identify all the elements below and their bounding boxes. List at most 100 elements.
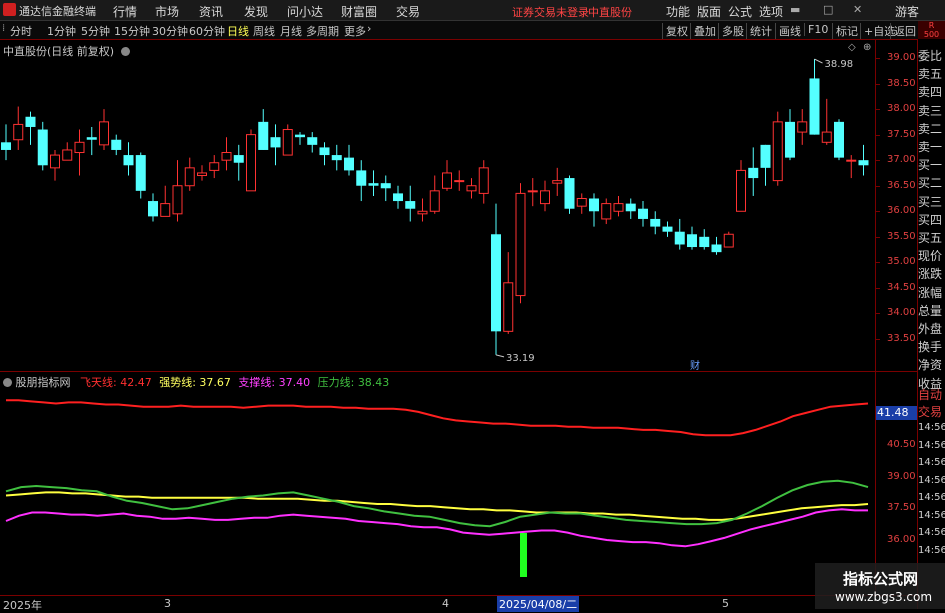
candle-body (821, 131, 832, 143)
side-item[interactable]: 卖五 (918, 65, 945, 82)
side-item[interactable]: 卖二 (918, 120, 945, 137)
side-time: 14:56 (918, 439, 945, 451)
side-item[interactable]: 净资 (918, 356, 945, 373)
menu-banmian[interactable]: 版面 (697, 3, 721, 20)
period-30min[interactable]: 30分钟 (152, 23, 188, 39)
price-tick-mark (876, 236, 880, 238)
candle-body (674, 231, 685, 245)
btn-huaxian[interactable]: 画线 (775, 23, 801, 39)
side-time: 14:56 (918, 422, 945, 433)
period-15min[interactable]: 15分钟 (114, 23, 150, 39)
menu-gongneng[interactable]: 功能 (666, 3, 690, 20)
menu-shichang[interactable]: 市场 (155, 3, 179, 20)
side-item[interactable]: 买四 (918, 211, 945, 228)
btn-diejia[interactable]: 叠加 (690, 23, 716, 39)
candle-body (184, 167, 195, 187)
candle-body (258, 121, 269, 150)
more-chevron-icon[interactable]: › (367, 22, 371, 35)
btn-f10[interactable]: F10 (804, 23, 828, 36)
candle-body (760, 144, 771, 168)
period-weekly[interactable]: 周线 (253, 23, 275, 39)
menu-xuanxiang[interactable]: 选项 (759, 3, 783, 20)
btn-tongji[interactable]: 统计 (746, 23, 772, 39)
candle-body (331, 155, 342, 161)
candle-body (576, 198, 587, 207)
menu-jiaoyi[interactable]: 交易 (396, 3, 420, 20)
side-500-label: 500 (923, 30, 940, 39)
candle-body (429, 190, 440, 212)
maximize-icon[interactable]: □ (823, 3, 833, 16)
btn-fuquan[interactable]: 复权 (662, 23, 688, 39)
price-tick: 38.00 (887, 103, 916, 115)
trade-login-alert[interactable]: 证券交易未登录 (512, 4, 589, 20)
current-indicator-value: 41.48 (876, 406, 917, 420)
side-item[interactable]: 换手 (918, 338, 945, 355)
candle-body (148, 201, 158, 217)
period-more[interactable]: 更多 (344, 23, 366, 39)
candle-body (662, 226, 673, 232)
btn-biaoji[interactable]: 标记 (832, 23, 858, 39)
side-item[interactable]: 买二 (918, 174, 945, 191)
high-callout-line (814, 58, 823, 64)
period-1min[interactable]: 1分钟 (47, 23, 76, 39)
side-item[interactable]: 买五 (918, 229, 945, 246)
menu-caifuquan[interactable]: 财富圈 (341, 3, 377, 20)
price-tick: 35.50 (887, 230, 916, 242)
candle-body (221, 152, 232, 161)
side-item[interactable]: 外盘 (918, 320, 945, 337)
menu-hangqing[interactable]: 行情 (113, 3, 137, 20)
side-time: 14:56 (918, 474, 945, 486)
menu-wenxiaoda[interactable]: 问小达 (287, 3, 323, 20)
period-60min[interactable]: 60分钟 (189, 23, 225, 39)
side-item[interactable]: 卖三 (918, 102, 945, 119)
candle-body (135, 155, 146, 191)
indicator-line (5, 508, 868, 548)
period-5min[interactable]: 5分钟 (81, 23, 110, 39)
candle-body (270, 137, 281, 148)
side-item[interactable]: 总量 (918, 302, 945, 319)
kline-chart[interactable]: 38.98 33.19 财 (0, 40, 918, 609)
side-item[interactable]: 涨幅 (918, 284, 945, 301)
date-cursor-label: 2025/04/08/二 (497, 596, 580, 612)
indicator-tick: 37.50 (887, 502, 916, 514)
candle-body (638, 208, 648, 219)
price-tick: 36.00 (887, 205, 916, 217)
btn-back[interactable]: 返回 (890, 23, 916, 39)
side-item[interactable]: 涨跌 (918, 265, 945, 282)
guest-user[interactable]: 游客 (895, 3, 919, 20)
side-item[interactable]: 卖一 (918, 138, 945, 155)
candle-body (295, 134, 305, 138)
close-icon[interactable]: ✕ (853, 3, 862, 16)
side-item[interactable]: 卖四 (918, 83, 945, 100)
side-item[interactable]: 买三 (918, 193, 945, 210)
candle-body (99, 121, 109, 146)
event-marker[interactable]: 财 (690, 359, 700, 372)
period-daily[interactable]: 日线 (227, 23, 249, 39)
candle-body (809, 78, 820, 135)
minimize-icon[interactable]: ▬ (790, 3, 800, 16)
menu-gongshi[interactable]: 公式 (728, 3, 752, 20)
watermark-url: www.zbgs3.com (835, 590, 933, 604)
candle-body (37, 129, 48, 166)
side-item[interactable]: 现价 (918, 247, 945, 264)
side-item[interactable]: 买一 (918, 156, 945, 173)
side-r500[interactable]: R 500 (918, 21, 945, 39)
side-item[interactable]: 委比 (918, 47, 945, 64)
period-monthly[interactable]: 月线 (280, 23, 302, 39)
current-stock-alert[interactable]: 中直股份 (588, 4, 632, 20)
side-time: 14:56 (918, 509, 945, 521)
menu-faxian[interactable]: 发现 (244, 3, 268, 20)
side-trade-item[interactable]: 自动 (918, 386, 945, 403)
candle-body (74, 141, 85, 154)
candle-body (405, 201, 416, 209)
indicator-line (6, 399, 869, 437)
period-fenshi[interactable]: 分时 (10, 23, 32, 39)
candle-body (123, 155, 134, 166)
period-multi[interactable]: 多周期 (306, 23, 339, 39)
side-trade-item[interactable]: 交易 (918, 403, 945, 420)
candle-body (834, 121, 844, 158)
candle-body (172, 185, 183, 215)
btn-duogu[interactable]: 多股 (718, 23, 744, 39)
menu-zixun[interactable]: 资讯 (199, 3, 223, 20)
price-tick: 37.50 (887, 128, 916, 140)
